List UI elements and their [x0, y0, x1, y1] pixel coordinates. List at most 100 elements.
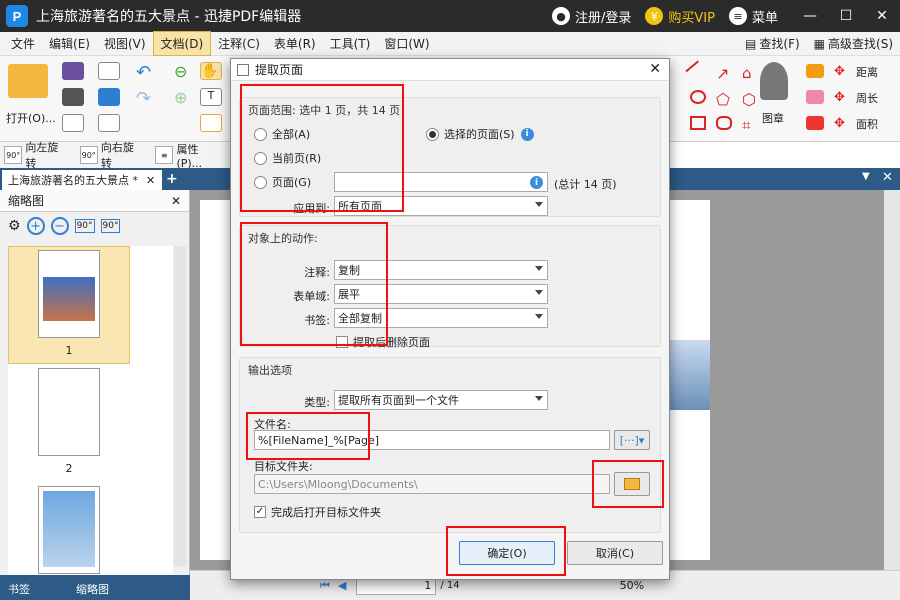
panel-scrollbar[interactable] — [174, 246, 186, 566]
radio-pages[interactable]: 页面(G) — [254, 174, 311, 190]
settings-icon[interactable]: ⚙ — [8, 218, 21, 234]
form-field-select[interactable]: 展平 — [334, 284, 548, 304]
find-button[interactable]: ▤ 查找(F) — [738, 32, 807, 55]
menu-file[interactable]: 文件 — [4, 32, 42, 55]
email-icon[interactable] — [98, 62, 120, 80]
properties-button[interactable]: ≡ 属性(P)... — [151, 141, 220, 170]
new-document-icon[interactable] — [98, 114, 120, 132]
bookmark-select[interactable]: 全部复制 — [334, 308, 548, 328]
crop-icon[interactable]: ⌗ — [742, 116, 758, 134]
redo-icon[interactable]: ↷ — [136, 88, 158, 109]
area-icon[interactable]: ✥ — [834, 116, 850, 131]
menu-edit[interactable]: 编辑(E) — [42, 32, 97, 55]
vip-button[interactable]: ¥ 购买VIP — [645, 7, 715, 26]
menu-window[interactable]: 窗口(W) — [377, 32, 436, 55]
cloud-icon[interactable] — [98, 88, 120, 106]
prev-page-icon[interactable]: ◀ — [338, 579, 346, 592]
radio-selected[interactable]: 选择的页面(S) i — [426, 126, 534, 142]
stamp-icon[interactable] — [760, 62, 788, 100]
panel-title: 缩略图 — [8, 194, 45, 208]
thumbnail-page-2[interactable] — [38, 368, 100, 456]
polyline-icon[interactable]: ⌂ — [742, 64, 758, 82]
distance-icon[interactable]: ✥ — [834, 64, 850, 79]
thumbnail-page-1[interactable] — [38, 250, 100, 338]
hand-tool-icon[interactable]: ✋ — [200, 62, 222, 80]
tab-close-icon[interactable]: ✕ — [146, 174, 155, 187]
ok-button[interactable]: 确定(O) — [459, 541, 555, 565]
close-document-icon[interactable]: ✕ — [882, 170, 893, 185]
zoom-out-icon[interactable]: − — [50, 217, 69, 235]
back-icon[interactable]: ⊖ — [174, 62, 196, 81]
folder-icon[interactable] — [8, 64, 48, 98]
login-button[interactable]: ● 注册/登录 — [552, 7, 631, 26]
snapshot-icon[interactable] — [200, 114, 222, 132]
filename-macro-button[interactable]: [···]▾ — [614, 430, 650, 450]
line-icon[interactable] — [685, 60, 707, 82]
rotate-thumb-left-icon[interactable]: 90° — [74, 219, 95, 233]
rotate-left-button[interactable]: 90° 向左旋转 — [0, 139, 66, 171]
pages-input[interactable] — [334, 172, 548, 192]
rectangle-icon[interactable] — [690, 116, 706, 130]
open-label[interactable]: 打开(O)... — [6, 110, 56, 126]
eraser-icon[interactable] — [806, 90, 824, 104]
menu-document[interactable]: 文档(D) — [152, 31, 212, 56]
new-tab-icon[interactable]: + — [166, 171, 178, 187]
target-folder-input[interactable]: C:\Users\Mloong\Documents\ — [254, 474, 610, 494]
main-menu-button[interactable]: ≡ 菜单 — [728, 7, 778, 26]
advanced-find-button[interactable]: ▦ 高级查找(S) — [807, 32, 900, 55]
forward-icon[interactable]: ⊕ — [174, 88, 196, 107]
thumbnail-image — [43, 277, 95, 321]
viewer-scrollbar[interactable] — [884, 190, 900, 575]
radio-all[interactable]: 全部(A) — [254, 126, 310, 142]
dialog-close-button[interactable]: ✕ — [649, 61, 661, 77]
close-window-button[interactable]: ✕ — [864, 0, 900, 32]
apply-to-select[interactable]: 所有页面 — [334, 196, 548, 216]
perimeter-icon[interactable]: ✥ — [834, 90, 850, 105]
tab-bookmarks[interactable]: 书签 — [0, 578, 38, 600]
polygon-icon[interactable]: ⬡ — [742, 90, 758, 109]
radio-current[interactable]: 当前页(R) — [254, 150, 321, 166]
panel-close-icon[interactable]: ✕ — [171, 194, 181, 208]
ellipse-icon[interactable] — [690, 90, 706, 104]
minimize-button[interactable]: — — [792, 0, 828, 32]
export-icon[interactable] — [62, 114, 84, 132]
type-label: 类型: — [304, 396, 330, 409]
distance-label[interactable]: 距离 — [856, 64, 878, 80]
arrow-icon[interactable]: ↗ — [716, 64, 732, 83]
thumbnail-page-3[interactable] — [38, 486, 100, 574]
tab-list-icon[interactable]: ▼ — [862, 171, 870, 182]
first-page-icon[interactable]: ⏮ — [320, 579, 330, 593]
zoom-in-icon[interactable]: + — [26, 217, 45, 235]
browse-folder-button[interactable] — [614, 472, 650, 496]
highlight-icon[interactable] — [806, 116, 824, 130]
pencil-icon[interactable] — [806, 64, 824, 78]
open-folder-checkbox[interactable]: ✓ 完成后打开目标文件夹 — [254, 504, 381, 520]
zoom-level[interactable]: 50% — [620, 579, 644, 592]
rotate-right-button[interactable]: 90° 向右旋转 — [76, 139, 142, 171]
maximize-button[interactable]: ☐ — [828, 0, 864, 32]
apply-to-label: 应用到: — [293, 202, 330, 215]
menu-view[interactable]: 视图(V) — [97, 32, 153, 55]
menu-tools[interactable]: 工具(T) — [323, 32, 378, 55]
pentagon-icon[interactable]: ⬠ — [716, 90, 732, 109]
find-icon: ▤ — [745, 36, 757, 51]
stamp-label[interactable]: 图章 — [762, 110, 784, 126]
type-select[interactable]: 提取所有页面到一个文件 — [334, 390, 548, 410]
rotate-thumb-right-icon[interactable]: 90° — [100, 219, 121, 233]
folder-browse-icon — [624, 478, 640, 490]
save-icon[interactable] — [62, 62, 84, 80]
menu-comment[interactable]: 注释(C) — [211, 32, 267, 55]
tab-thumbnails[interactable]: 缩略图 — [68, 578, 117, 600]
annotation-select[interactable]: 复制 — [334, 260, 548, 280]
filename-input[interactable]: %[FileName]_%[Page] — [254, 430, 610, 450]
cancel-button[interactable]: 取消(C) — [567, 541, 663, 565]
menu-form[interactable]: 表单(R) — [267, 32, 323, 55]
select-text-icon[interactable]: T — [200, 88, 222, 106]
delete-after-checkbox[interactable]: 提取后删除页面 — [336, 334, 430, 350]
cloud-shape-icon[interactable] — [716, 116, 732, 130]
document-tab[interactable]: 上海旅游著名的五大景点 * ✕ — [2, 170, 162, 190]
undo-icon[interactable]: ↶ — [136, 62, 158, 83]
perimeter-label[interactable]: 周长 — [856, 90, 878, 106]
area-label[interactable]: 面积 — [856, 116, 878, 132]
print-icon[interactable] — [62, 88, 84, 106]
